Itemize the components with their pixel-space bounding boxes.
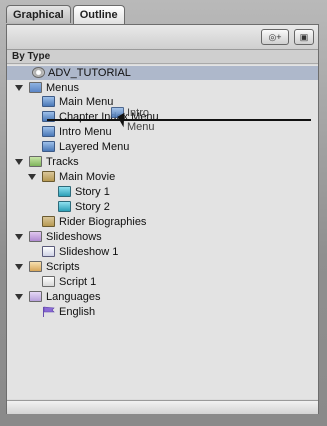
tree-item-label: Slideshow 1 [59,246,119,258]
track-icon [42,216,55,227]
tree-item-label: Intro Menu [59,126,112,138]
tree-item-label: Menus [46,82,80,94]
tree-item-label: Layered Menu [59,141,130,153]
outline-tree: ADV_TUTORIAL Menus Main Menu Chapter Ind… [7,65,318,399]
disclosure-triangle-icon[interactable] [15,234,23,240]
tree-item-label: Story 2 [75,201,110,213]
folder-icon [29,82,42,93]
tree-item-main-menu[interactable]: Main Menu [7,95,318,109]
menu-icon [42,141,55,152]
disk-icon [32,67,45,78]
tree-item-tracks[interactable]: Tracks [7,155,318,169]
tree-item-adv-tutorial[interactable]: ADV_TUTORIAL [7,66,318,80]
panel-footer [7,400,318,414]
tree-item-intro-menu[interactable]: Intro Menu [7,125,318,139]
tree-item-label: Script 1 [59,276,97,288]
folder-icon [29,291,42,302]
folder-icon [29,261,42,272]
tab-outline[interactable]: Outline [72,5,125,25]
tree-item-menus[interactable]: Menus [7,81,318,95]
tree-item-english[interactable]: English [7,305,318,319]
tab-bar: Graphical Outline [6,5,125,25]
tree-item-slideshows[interactable]: Slideshows [7,230,318,244]
tree-item-label: Tracks [46,156,79,168]
tree-item-label: Rider Biographies [59,216,147,228]
view-button[interactable]: ▣ [294,29,314,45]
disclosure-triangle-icon[interactable] [15,85,23,91]
disclosure-triangle-icon[interactable] [15,264,23,270]
tab-graphical[interactable]: Graphical [6,5,71,23]
disclosure-triangle-icon[interactable] [15,159,23,165]
track-icon [42,171,55,182]
tree-item-label: Languages [46,291,101,303]
tree-item-label: Story 1 [75,186,110,198]
tree-item-layered-menu[interactable]: Layered Menu [7,140,318,154]
tree-item-story-1[interactable]: Story 1 [7,185,318,199]
story-icon [58,186,71,197]
story-icon [58,201,71,212]
section-header: By Type [7,50,318,64]
disclosure-triangle-icon[interactable] [15,294,23,300]
tree-item-label: Main Movie [59,171,116,183]
outline-panel: ◎+ ▣ By Type ADV_TUTORIAL Menus Main Men… [6,24,319,414]
script-icon [42,276,55,287]
slideshow-icon [42,246,55,257]
flag-icon [42,306,55,317]
tree-item-label: ADV_TUTORIAL [48,67,131,79]
tree-item-rider-biographies[interactable]: Rider Biographies [7,215,318,229]
menu-icon [42,96,55,107]
tree-item-story-2[interactable]: Story 2 [7,200,318,214]
drag-preview-label: Intro Menu [127,107,155,133]
drop-indicator-line [47,119,311,121]
folder-icon [29,231,42,242]
tree-item-label: English [59,306,96,318]
add-element-button[interactable]: ◎+ [261,29,289,45]
tree-item-main-movie[interactable]: Main Movie [7,170,318,184]
outline-toolbar: ◎+ ▣ [7,25,318,50]
tree-item-scripts[interactable]: Scripts [7,260,318,274]
tree-item-label: Slideshows [46,231,102,243]
tree-item-chapter-index-menu[interactable]: Chapter Index Menu [7,110,318,124]
tree-item-label: Main Menu [59,96,114,108]
folder-icon [29,156,42,167]
window-frame: Graphical Outline ◎+ ▣ By Type ADV_TUTOR… [0,0,327,426]
menu-icon [42,126,55,137]
disclosure-triangle-icon[interactable] [28,174,36,180]
tree-item-languages[interactable]: Languages [7,290,318,304]
tree-item-label: Scripts [46,261,80,273]
tree-item-script-1[interactable]: Script 1 [7,275,318,289]
tree-item-slideshow-1[interactable]: Slideshow 1 [7,245,318,259]
